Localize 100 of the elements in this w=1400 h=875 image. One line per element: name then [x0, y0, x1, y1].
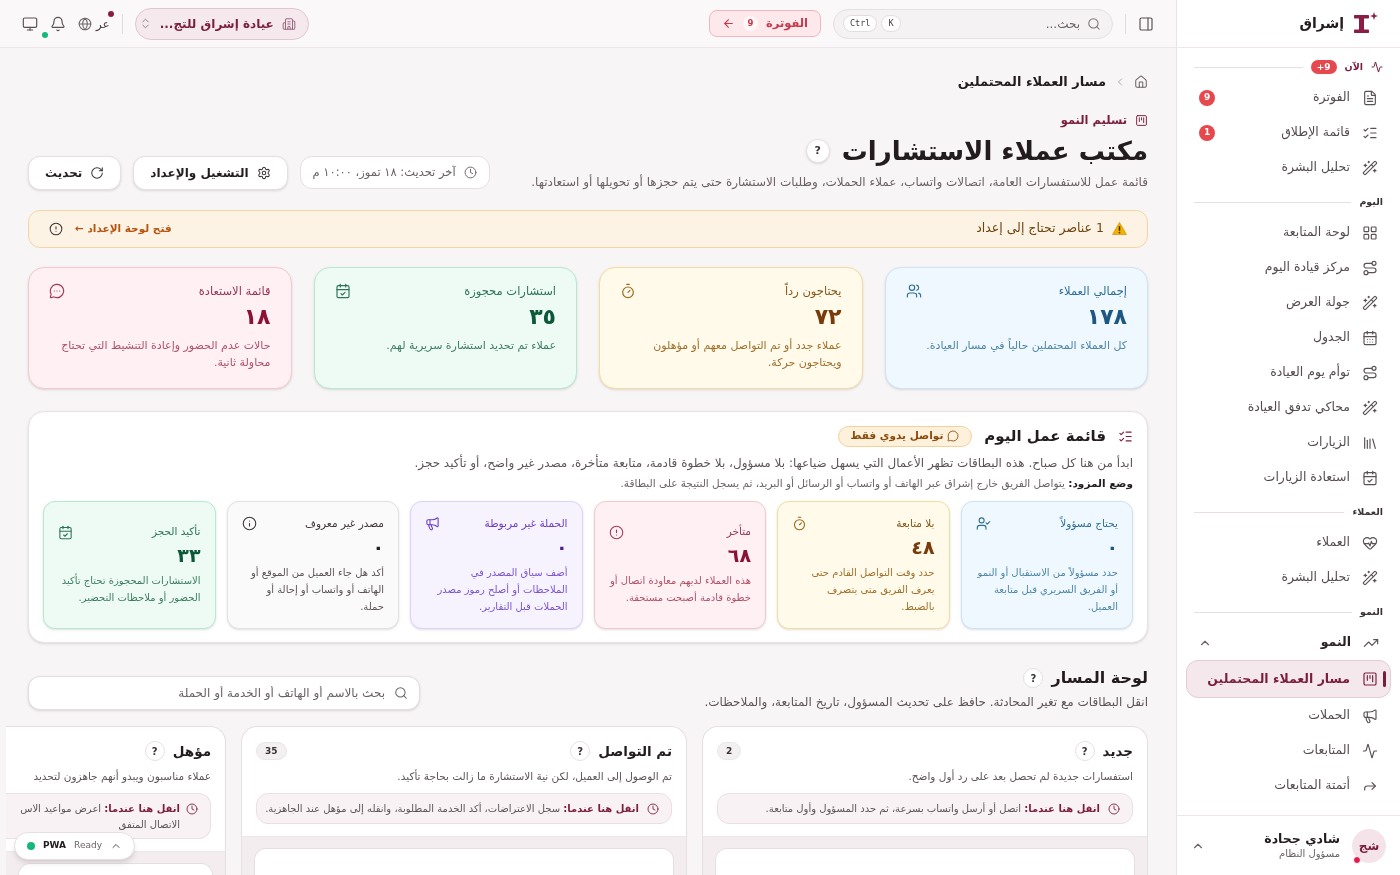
worklist-card[interactable]: الحملة غير مربوطة ٠ أضف سياق المصدر في الملاحظات أو أصلح رموز مصدر الحملات قبل التقارير.: [410, 501, 583, 630]
worklist-intro: ابدأ من هنا كل صباح. هذه البطاقات تظهر الأعمال التي يسهل ضياعها: بلا مسؤول، بلا خطوة قادمة، متابعة متأخرة، مصدر غير واضح، أو تأكيد حجز.: [413, 453, 1133, 473]
building-icon: [281, 16, 296, 31]
breadcrumb-current: مسار العملاء المحتملين: [957, 73, 1106, 91]
globe-icon: [78, 16, 92, 31]
section-title: اليوم: [1359, 194, 1383, 210]
megaphone-icon: [425, 516, 440, 532]
calendar-check-icon: [334, 283, 351, 300]
stat-value: ٣٥: [528, 303, 556, 331]
nav-item[interactable]: تحليل البشرة: [1186, 150, 1391, 185]
chip-text: تواصل يدوي فقط: [850, 428, 944, 444]
section-title: لوحة المسار: [1051, 667, 1148, 690]
notification-bell-icon[interactable]: [50, 15, 66, 32]
column-description: استفسارات جديدة لم تحصل بعد على رد أول واضح.: [908, 768, 1133, 784]
page-title: مكتب عملاء الاستشارات: [841, 134, 1148, 168]
column-description: عملاء مناسبون ويبدو أنهم جاهزون لتحديد: [33, 768, 211, 784]
clinic-selector[interactable]: عيادة إشراق للتج...: [134, 7, 309, 40]
stat-title: قائمة الاستعادة: [198, 282, 271, 300]
active-indicator: [1383, 671, 1386, 687]
worklist-card[interactable]: بلا متابعة ٤٨ حدد وقت التواصل القادم حتى يعرف الفريق متى يتصرف بالضبط.: [777, 501, 950, 630]
card-title: متأخر: [726, 524, 751, 540]
section-title: الآن: [1344, 59, 1363, 74]
user-role: مسؤول النظام: [1278, 846, 1340, 861]
section-title: قائمة عمل اليوم: [984, 425, 1106, 447]
nav-item[interactable]: العملاء: [1186, 525, 1391, 560]
nav-item[interactable]: تحليل البشرة: [1186, 560, 1391, 595]
card-description: الاستشارات المحجوزة تحتاج تأكيد الحضور أو ملاحظات التحضير.: [60, 572, 201, 606]
worklist-card[interactable]: مصدر غير معروف ٠ أكد هل جاء العميل من الموقع أو الهاتف أو واتساب أو إحالة أو حملة.: [226, 501, 399, 630]
magic-wand-icon: [1362, 159, 1378, 176]
nav-item[interactable]: أتمتة المتابعات: [1186, 768, 1391, 803]
language-button[interactable]: عر: [78, 14, 110, 33]
stat-description: كل العملاء المحتملين حالياً في مسار العيادة.: [925, 337, 1127, 354]
user-name: شادي جحادة: [1264, 830, 1340, 847]
calendar-check-icon: [58, 524, 73, 540]
column-title: تم التواصل: [598, 742, 672, 762]
info-icon: [241, 516, 257, 532]
alert-circle-icon: [608, 524, 624, 540]
nav-item[interactable]: محاكي تدفق العيادة: [1186, 390, 1391, 425]
nav-item[interactable]: لوحة المتابعة: [1186, 215, 1391, 250]
nav-item[interactable]: توأم يوم العيادة: [1186, 355, 1391, 390]
hint-text: الاتصال المتفق: [118, 817, 180, 832]
worklist-card[interactable]: يحتاج مسؤولاً ٠ حدد مسؤولاً من الاستقبال أو النمو أو الفريق السريري قبل متابعة العميل.: [960, 501, 1133, 630]
stat-value: ١٨: [242, 303, 271, 331]
count-badge: 2: [717, 742, 742, 761]
page-subtitle: قائمة عمل للاستفسارات العامة، اتصالات واتساب، عملاء الحملات، وطلبات الاستشارة حتى يتم حجزها أو تحويلها أو استعادتها.: [531, 173, 1148, 191]
route-icon: [1362, 259, 1378, 276]
home-icon[interactable]: [1134, 74, 1148, 89]
column-description: تم الوصول إلى العميل، لكن نية الاستشارة ما زالت بحاجة تأكيد.: [397, 768, 672, 784]
nav-item[interactable]: مركز قيادة اليوم: [1186, 250, 1391, 285]
nav-item[interactable]: الحملات: [1186, 698, 1391, 733]
sidebar-toggle-icon[interactable]: [1138, 15, 1154, 32]
stat-title: يحتاجون رداً: [784, 282, 842, 300]
chat-bubble-icon: [49, 283, 65, 300]
warning-icon: [1112, 222, 1127, 236]
magic-wand-icon: [1362, 569, 1378, 586]
count-badge: 9+: [1310, 60, 1337, 74]
worklist-card[interactable]: تأكيد الحجز ٣٣ الاستشارات المحجوزة تحتاج تأكيد الحضور أو ملاحظات التحضير.: [43, 501, 216, 630]
hint-text: انقل هنا عندما: اتصل أو أرسل واتساب بسرعة، ثم حدد المسؤول وأول متابعة.: [765, 801, 1100, 817]
refresh-button[interactable]: تحديث: [28, 155, 122, 190]
count-badge: 1: [1199, 124, 1215, 141]
section-title: العملاء: [1352, 504, 1383, 519]
help-button[interactable]: ?: [805, 138, 830, 163]
monitor-icon[interactable]: [22, 15, 38, 32]
clock-icon: [186, 802, 198, 815]
count-badge: 35: [256, 742, 287, 761]
clock-icon: [647, 802, 659, 815]
card-value: ٤٨: [910, 534, 935, 560]
help-button[interactable]: ?: [570, 741, 591, 762]
help-button[interactable]: ?: [144, 741, 165, 762]
kanban-icon: [1362, 671, 1378, 687]
provider-mode-note: وضع المزود: يتواصل الفريق خارج إشراق عبر الهاتف أو واتساب أو الرسائل أو البريد، ثم يسجل النتيجة على البطاقة.: [619, 475, 1133, 492]
refresh-icon: [90, 165, 105, 180]
magic-wand-icon: [1362, 399, 1378, 416]
stat-value: ٧٢: [813, 303, 842, 331]
count-badge: 9: [743, 16, 758, 31]
help-button[interactable]: ?: [1074, 741, 1095, 762]
nav-group[interactable]: النمو: [1186, 625, 1391, 660]
timer-icon: [620, 283, 636, 300]
stat-description: عملاء تم تحديد استشارة سريرية لهم.: [385, 338, 556, 354]
nav-item[interactable]: استعادة الزيارات: [1186, 460, 1391, 495]
stat-value: ١٧٨: [1085, 303, 1127, 331]
open-setup-link[interactable]: فتح لوحة الإعداد ←: [75, 220, 172, 237]
hint-text: انقل هنا عندما: اعرض مواعيد الاس: [20, 801, 180, 816]
card-description: أكد هل جاء العميل من الموقع أو الهاتف أو واتساب أو إحالة أو حملة.: [249, 565, 384, 614]
help-button[interactable]: ?: [1023, 668, 1044, 689]
kanban-icon: [1135, 113, 1148, 127]
user-check-icon: [975, 516, 991, 532]
worklist-card[interactable]: متأخر ٦٨ هذه العملاء لديهم معاودة اتصال أو خطوة قادمة أصبحت مستحقة.: [593, 501, 766, 630]
calendar-icon: [1362, 329, 1378, 346]
nav-item[interactable]: الزيارات: [1186, 425, 1391, 460]
nav-item[interactable]: جولة العرض: [1186, 285, 1391, 320]
nav-item[interactable]: مسار العملاء المحتملين: [1186, 660, 1391, 698]
nav-item[interactable]: المتابعات: [1186, 733, 1391, 768]
settings-button[interactable]: التشغيل والإعداد: [133, 155, 288, 190]
search-icon: [1087, 16, 1101, 31]
pipeline-subtitle: انقل البطاقات مع تغير المحادثة. حافظ على تحديث المسؤول، تاريخ المتابعة، والملاحظات.: [704, 694, 1148, 712]
stat-description: حالات عدم الحضور وإعادة التنشيط التي تحتاج محاولة ثانية.: [60, 338, 271, 371]
last-updated-text: آخر تحديث: ١٨ تموز، ١٠:٠٠ م: [312, 164, 456, 182]
nav-item[interactable]: الجدول: [1186, 320, 1391, 355]
pwa-status-button[interactable]: PWA Ready: [14, 832, 136, 860]
